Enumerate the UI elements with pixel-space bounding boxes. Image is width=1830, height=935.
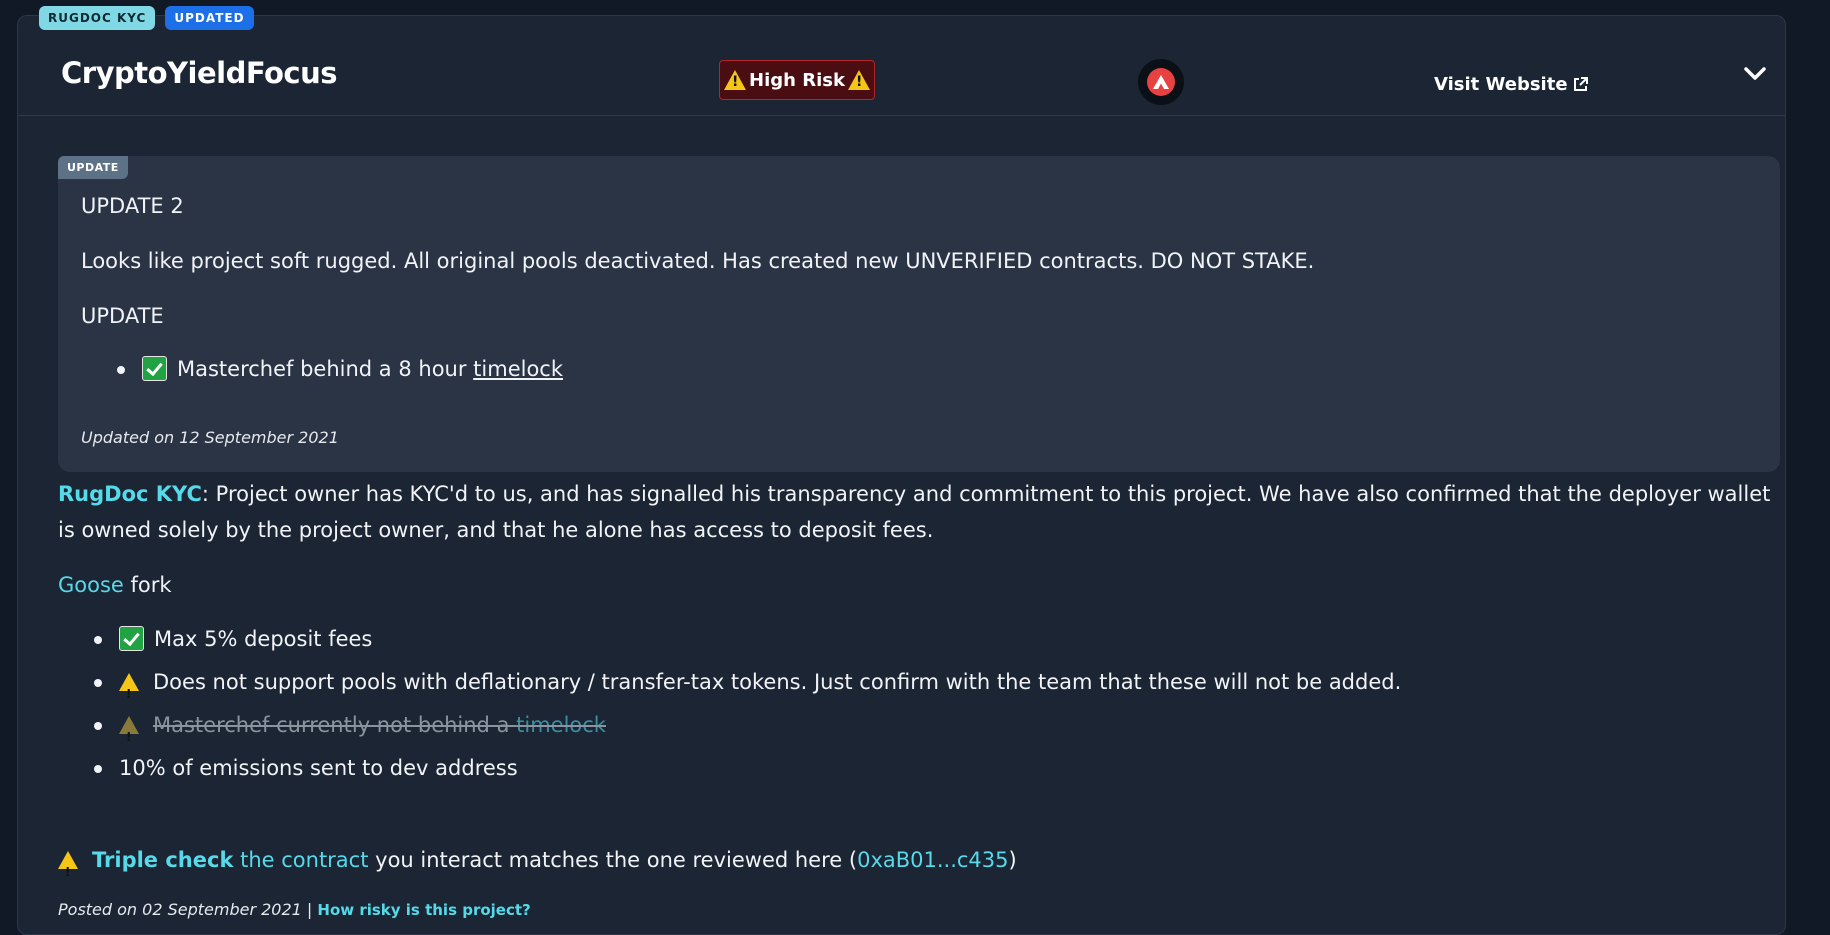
top-badges: RUGDOC KYC UPDATED — [39, 6, 254, 30]
contract-link[interactable]: the contract — [233, 848, 368, 872]
update-2-text: Looks like project soft rugged. All orig… — [81, 249, 1315, 273]
list-item-text: Does not support pools with deflationary… — [153, 670, 1402, 694]
kyc-badge: RUGDOC KYC — [39, 6, 156, 30]
list-item-text: 10% of emissions sent to dev address — [119, 756, 518, 780]
risk-badge: High Risk — [719, 60, 875, 100]
warning-icon — [724, 70, 747, 90]
posted-line: Posted on 02 September 2021 | How risky … — [58, 900, 531, 919]
separator: | — [301, 900, 318, 919]
list-item: 10% of emissions sent to dev address — [94, 750, 1824, 786]
triple-check-line: Triple check the contract you interact m… — [58, 842, 1788, 890]
bullet — [94, 636, 102, 644]
external-link-icon — [1573, 77, 1588, 91]
fork-line: Goose fork — [58, 567, 1788, 603]
list-item: Max 5% deposit fees — [94, 621, 1824, 657]
bullet — [94, 722, 102, 730]
check-icon — [119, 626, 144, 651]
updated-date: Updated on 12 September 2021 — [81, 428, 339, 447]
triple-check-close: ) — [1008, 848, 1017, 872]
kyc-paragraph: RugDoc KYC: Project owner has KYC'd to u… — [58, 476, 1788, 548]
warning-icon — [847, 70, 870, 90]
warning-icon — [119, 716, 139, 755]
visit-website-label: Visit Website — [1434, 74, 1568, 95]
card-header[interactable]: CryptoYieldFocus High Risk Visit Website — [18, 16, 1785, 116]
bullet — [94, 679, 102, 687]
update-box: UPDATE UPDATE 2 Looks like project soft … — [58, 156, 1780, 472]
kyc-link[interactable]: RugDoc KYC — [58, 482, 202, 506]
list-item-text: Masterchef currently not behind a — [153, 713, 517, 737]
update-tag: UPDATE — [58, 156, 128, 179]
list-item: Masterchef currently not behind a timelo… — [94, 707, 1824, 755]
updated-badge: UPDATED — [165, 6, 254, 30]
list-item-text: Max 5% deposit fees — [154, 627, 373, 651]
warning-icon — [119, 673, 139, 712]
bullet — [94, 765, 102, 773]
timelock-link[interactable]: timelock — [516, 713, 606, 737]
project-title: CryptoYieldFocus — [61, 56, 338, 90]
warning-icon — [58, 851, 78, 890]
how-risky-link[interactable]: How risky is this project? — [317, 901, 530, 919]
triple-check-label: Triple check — [92, 848, 234, 872]
bullet — [117, 366, 125, 374]
contract-address-link[interactable]: 0xaB01...c435 — [857, 848, 1008, 872]
timelock-link[interactable]: timelock — [473, 357, 563, 381]
fork-suffix: fork — [123, 573, 172, 597]
visit-website-link[interactable]: Visit Website — [1434, 74, 1588, 95]
chevron-down-icon[interactable] — [1744, 66, 1766, 85]
update-2-heading: UPDATE 2 — [81, 194, 184, 218]
risk-label: High Risk — [749, 69, 845, 91]
list-item: Does not support pools with deflationary… — [94, 664, 1824, 712]
project-card: CryptoYieldFocus High Risk Visit Website — [17, 15, 1786, 935]
kyc-colon: : — [201, 482, 209, 506]
list-item-text: Masterchef behind a 8 hour — [177, 357, 474, 381]
list-item: Masterchef behind a 8 hour timelock — [117, 356, 563, 381]
update-1-heading: UPDATE — [81, 304, 164, 328]
fork-link[interactable]: Goose — [58, 573, 124, 597]
triple-check-text: you interact matches the one reviewed he… — [368, 848, 858, 872]
check-icon — [142, 356, 167, 381]
kyc-text: Project owner has KYC'd to us, and has s… — [58, 482, 1771, 542]
avalanche-icon — [1138, 59, 1184, 105]
posted-date: Posted on 02 September 2021 — [58, 900, 302, 919]
